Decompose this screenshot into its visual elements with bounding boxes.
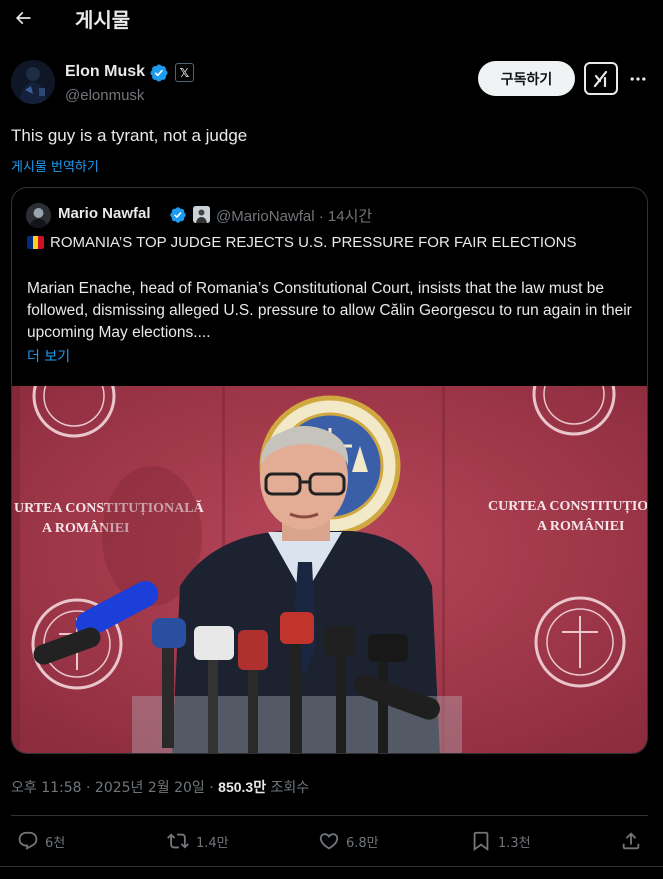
wall-text-right-2: A ROMÂNIEI [537,517,625,534]
repost-button[interactable]: 1.4만 [166,830,229,852]
avatar-image [11,60,55,104]
press-conference-image: URTEA CONSTITUȚIONALĂ A ROMÂNIEI CURTEA … [12,386,648,753]
affiliation-badge: 𝕏 [175,63,194,82]
author-avatar[interactable] [11,60,55,104]
post-meta: 오후 11:58 · 2025년 2월 20일 · 850.3만 조회수 [11,777,309,797]
like-button[interactable]: 6.8만 [318,830,379,852]
page-title: 게시물 [75,8,131,32]
share-button[interactable] [620,830,642,852]
quote-author-avatar [26,203,51,228]
grok-icon [593,70,608,87]
more-options-button[interactable] [625,66,651,92]
quote-author-handle-time: @MarioNawfal · 14시간 [216,205,372,226]
bookmark-count: 1.3천 [498,835,531,851]
bookmark-icon [473,831,489,852]
share-icon [622,832,640,850]
quote-affiliation-badge [193,206,210,223]
quote-headline: ROMANIA’S TOP JUDGE REJECTS U.S. PRESSUR… [27,234,577,251]
subscribe-button[interactable]: 구독하기 [478,61,575,96]
reply-count: 6천 [45,835,66,851]
bottom-divider [0,866,663,867]
quote-media-image[interactable]: URTEA CONSTITUȚIONALĂ A ROMÂNIEI CURTEA … [12,386,648,753]
quote-time: · 14시간 [318,208,373,225]
post-text: This guy is a tyrant, not a judge [11,126,248,145]
top-bar: 게시물 [0,0,663,40]
views-count[interactable]: 850.3만 [218,779,266,795]
action-bar: 6천 1.4만 6.8만 1.3천 [0,826,663,862]
quote-body: Marian Enache, head of Romania’s Constit… [27,280,632,341]
quoted-post[interactable]: Mario Nawfal @MarioNawfal · 14시간 ROMANIA… [11,187,648,754]
reply-icon [18,831,38,850]
translate-post-link[interactable]: 게시물 번역하기 [11,156,99,175]
reply-button[interactable]: 6천 [17,830,65,852]
more-dots-icon [630,77,646,81]
heart-icon [319,833,339,850]
divider [11,815,648,816]
post-header: Elon Musk 𝕏 @elonmusk 구독하기 [11,58,656,110]
arrow-left-icon [15,11,31,25]
bookmark-button[interactable]: 1.3천 [470,830,531,852]
show-more-link[interactable]: 더 보기 [27,346,70,366]
post-timestamp[interactable]: 오후 11:58 · 2025년 2월 20일 · [11,780,218,796]
author-handle[interactable]: @elonmusk [65,87,144,104]
quote-headline-text: ROMANIA’S TOP JUDGE REJECTS U.S. PRESSUR… [50,234,577,251]
repost-icon [167,833,189,849]
repost-count: 1.4만 [196,835,229,851]
quote-author-name: Mario Nawfal [58,205,151,222]
verified-badge-icon [170,207,186,223]
author-name[interactable]: Elon Musk [65,63,145,81]
back-button[interactable] [8,4,38,32]
wall-text-right-1: CURTEA CONSTITUȚIONA [488,499,648,514]
quote-handle: @MarioNawfal [216,208,315,225]
verified-badge-icon [150,64,168,82]
romania-flag-icon [27,236,44,249]
views-label: 조회수 [266,780,310,796]
like-count: 6.8만 [346,835,379,851]
grok-button[interactable] [584,62,618,95]
